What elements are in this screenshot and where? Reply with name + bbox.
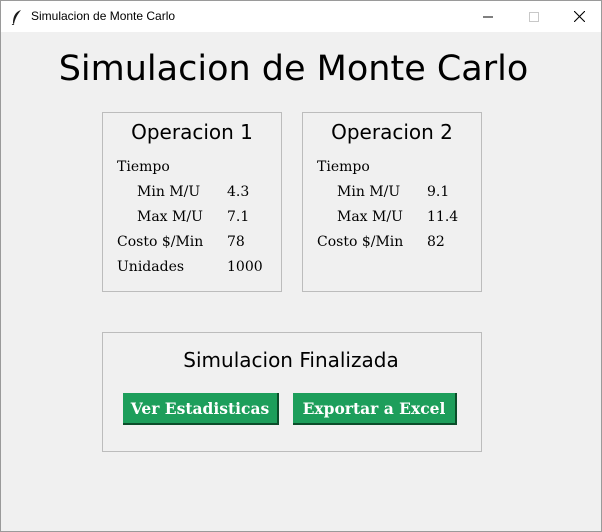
costo-value: 82	[427, 234, 445, 250]
client-area: Simulacion de Monte Carlo Operacion 1 Ti…	[1, 32, 601, 531]
view-statistics-button[interactable]: Ver Estadisticas	[123, 393, 279, 425]
max-value: 7.1	[227, 209, 250, 225]
min-value: 4.3	[227, 184, 250, 200]
unidades-value: 1000	[227, 259, 263, 275]
costo-label: Costo $/Min	[317, 234, 404, 250]
costo-value: 78	[227, 234, 245, 250]
close-icon	[573, 11, 585, 22]
minimize-button[interactable]	[465, 1, 511, 32]
min-value: 9.1	[427, 184, 450, 200]
max-label: Max M/U	[337, 209, 403, 225]
window-title: Simulacion de Monte Carlo	[31, 9, 176, 23]
app-window: Simulacion de Monte Carlo Simulacion de …	[0, 0, 602, 532]
operation-1-title: Operacion 1	[131, 120, 253, 144]
unidades-label: Unidades	[117, 259, 185, 275]
title-bar[interactable]: Simulacion de Monte Carlo	[1, 1, 601, 32]
maximize-icon	[529, 11, 539, 22]
tiempo-label: Tiempo	[317, 159, 370, 175]
operation-2-title: Operacion 2	[331, 120, 453, 144]
min-label: Min M/U	[137, 184, 201, 200]
close-button[interactable]	[556, 1, 602, 32]
max-value: 11.4	[427, 209, 459, 225]
tiempo-label: Tiempo	[117, 159, 170, 175]
maximize-button[interactable]	[511, 1, 557, 32]
costo-label: Costo $/Min	[117, 234, 204, 250]
status-text: Simulacion Finalizada	[183, 348, 399, 372]
min-label: Min M/U	[337, 184, 401, 200]
max-label: Max M/U	[137, 209, 203, 225]
feather-icon	[11, 10, 21, 25]
page-title: Simulacion de Monte Carlo	[58, 49, 529, 89]
operation-1-panel: Operacion 1 Tiempo Min M/U 4.3 Max M/U 7…	[102, 112, 282, 292]
minimize-icon	[483, 16, 493, 17]
export-excel-button[interactable]: Exportar a Excel	[293, 393, 457, 425]
operation-2-panel: Operacion 2 Tiempo Min M/U 9.1 Max M/U 1…	[302, 112, 482, 292]
status-panel: Simulacion Finalizada Ver Estadisticas E…	[102, 332, 482, 452]
